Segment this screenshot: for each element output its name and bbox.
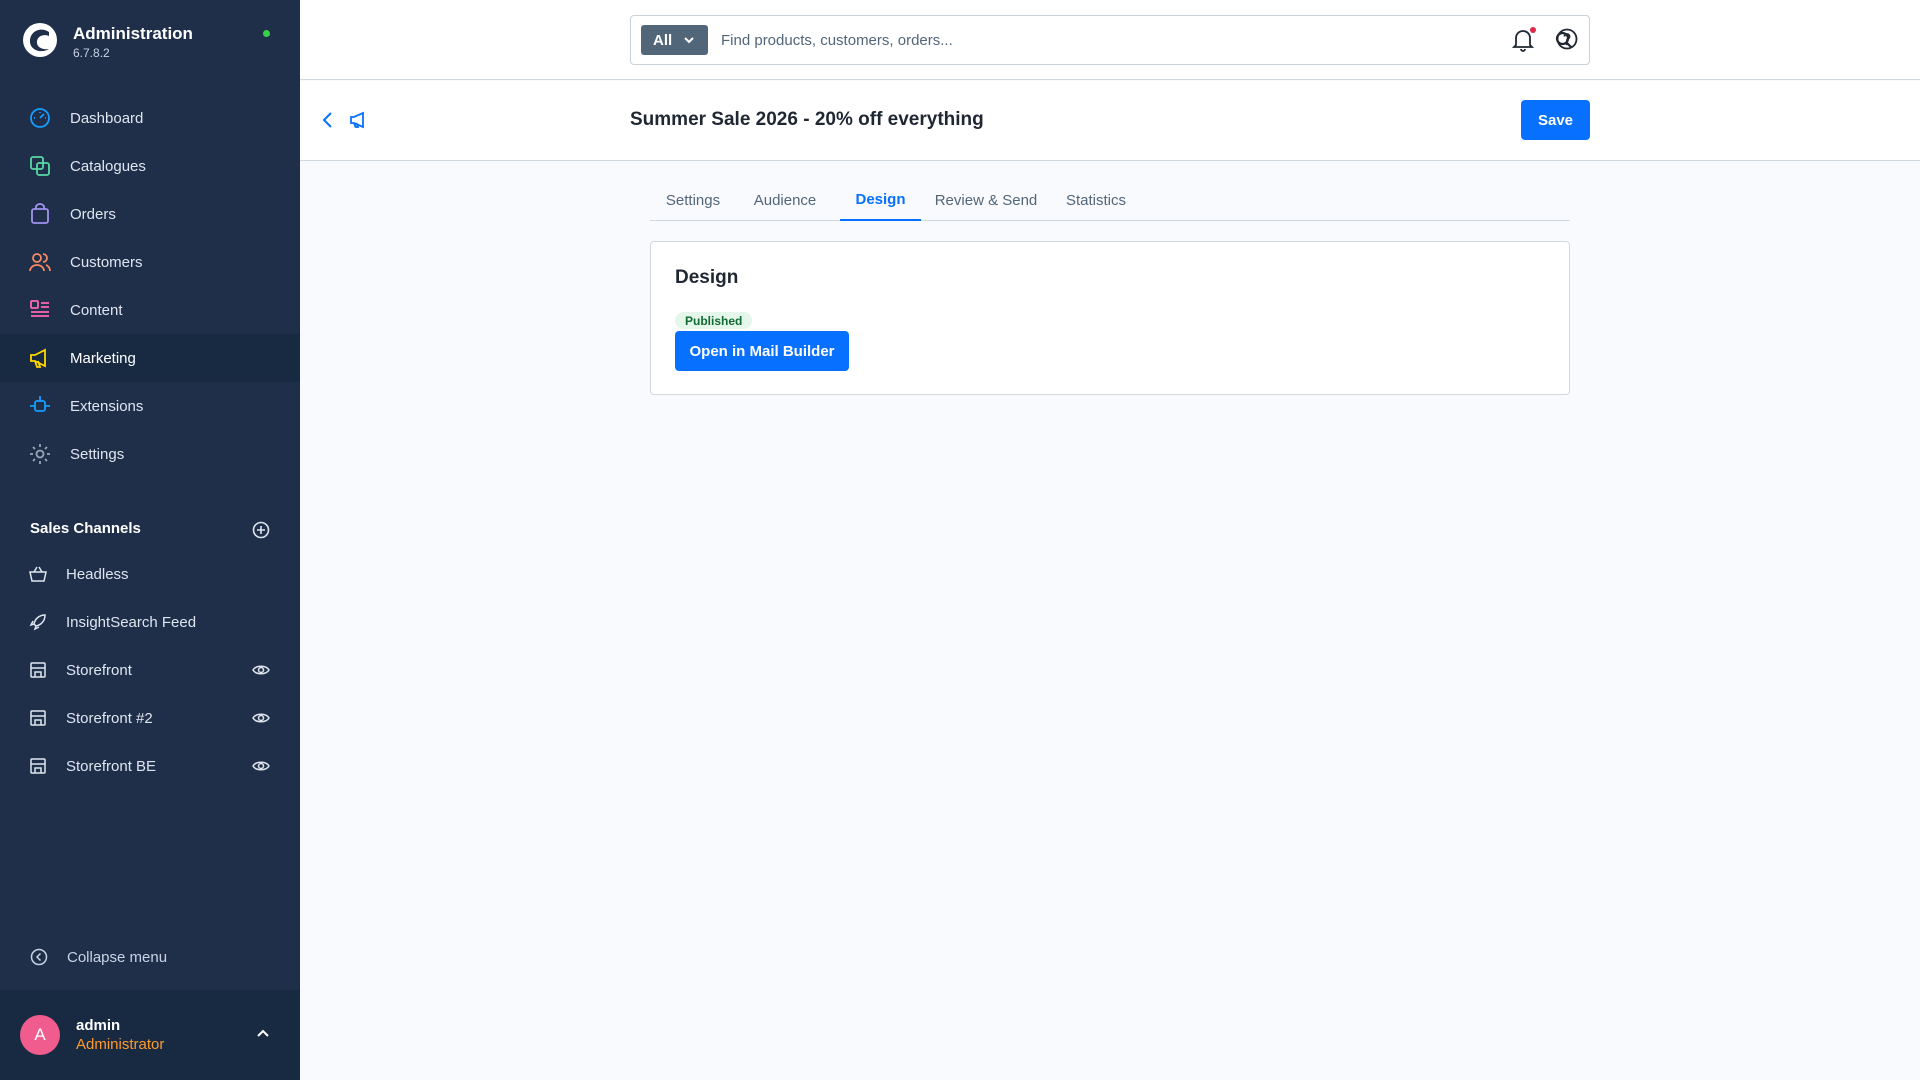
sales-channel-label: Headless [66,565,129,583]
tab-bar: Settings Audience Design Review & Send S… [650,180,1570,221]
avatar: A [20,1015,60,1055]
sidebar-item-label: Marketing [70,349,136,367]
megaphone-icon [350,111,364,129]
sales-channel-headless[interactable]: Headless [0,550,300,598]
sales-channel-label: Storefront #2 [66,709,153,727]
eye-icon[interactable] [252,710,270,726]
basket-icon [29,565,47,583]
sidebar-item-marketing[interactable]: Marketing [0,334,300,382]
dashboard-icon [29,107,51,129]
plug-icon [29,395,51,417]
open-mail-builder-button[interactable]: Open in Mail Builder [675,331,849,371]
sidebar-item-extensions[interactable]: Extensions [0,382,300,430]
shopware-logo-icon[interactable] [22,22,58,58]
content-icon [29,299,51,321]
tab-review-send[interactable]: Review & Send [927,180,1045,221]
collapse-menu-button[interactable]: Collapse menu [30,947,167,967]
sales-channel-insightsearch[interactable]: InsightSearch Feed [0,598,300,646]
page-title: Summer Sale 2026 - 20% off everything [630,109,984,130]
megaphone-icon [29,347,51,369]
chevron-down-icon [684,37,694,44]
sales-channel-storefront-be[interactable]: Storefront BE [0,742,300,790]
sidebar-item-label: Settings [70,445,125,463]
status-badge: Published [675,312,753,329]
sidebar-item-label: Dashboard [70,109,144,127]
sidebar-item-label: Catalogues [70,157,146,175]
sidebar-item-label: Orders [70,205,116,223]
tab-statistics[interactable]: Statistics [1049,180,1143,221]
gear-icon [29,443,51,465]
storefront-icon [29,661,47,679]
sidebar-item-label: Customers [70,253,143,271]
bag-icon [29,203,51,225]
storefront-icon [29,757,47,775]
chevron-left-icon[interactable] [320,110,336,130]
top-bar: All [300,0,1920,80]
main-nav: Dashboard Catalogues Orders Customers Co… [0,94,300,478]
rocket-icon [29,613,47,631]
chevron-up-icon[interactable] [256,1026,270,1040]
users-icon [29,251,51,273]
page-header: Summer Sale 2026 - 20% off everything Sa… [300,81,1920,161]
sidebar-item-content[interactable]: Content [0,286,300,334]
sales-channel-list: Headless InsightSearch Feed Storefront S… [0,550,300,790]
collapse-menu-label: Collapse menu [67,948,168,966]
sidebar-item-dashboard[interactable]: Dashboard [0,94,300,142]
search-type-select[interactable]: All [641,25,708,55]
sidebar-item-orders[interactable]: Orders [0,190,300,238]
sidebar: Administration 6.7.8.2 Dashboard Catalog… [0,0,300,1080]
sales-channels-header: Sales Channels [30,520,270,540]
sales-channel-label: Storefront [66,661,132,679]
sidebar-item-label: Content [70,301,123,319]
sales-channel-label: Storefront BE [66,757,157,775]
user-menu[interactable]: A admin Administrator [0,990,300,1080]
global-search: All [630,15,1590,65]
sales-channel-storefront[interactable]: Storefront [0,646,300,694]
app-version: 6.7.8.2 [73,46,110,60]
card-title: Design [675,267,739,288]
sidebar-item-catalogues[interactable]: Catalogues [0,142,300,190]
collapse-icon [30,948,48,966]
catalogue-icon [29,155,51,177]
brand: Administration 6.7.8.2 [22,22,280,62]
search-type-label: All [653,31,673,49]
app-title: Administration [73,24,193,43]
storefront-icon [29,709,47,727]
notification-dot [1530,27,1536,33]
sales-channel-label: InsightSearch Feed [66,613,197,631]
online-status-dot [263,30,270,37]
sidebar-item-customers[interactable]: Customers [0,238,300,286]
sales-channels-title: Sales Channels [30,520,141,537]
tab-settings[interactable]: Settings [650,180,736,221]
help-icon[interactable] [1556,28,1578,50]
design-card: Design Published Open in Mail Builder [650,241,1570,395]
save-button[interactable]: Save [1521,100,1590,140]
user-name: admin [76,1017,121,1034]
tab-design[interactable]: Design [840,180,921,221]
sidebar-item-settings[interactable]: Settings [0,430,300,478]
add-sales-channel-icon[interactable] [252,521,270,539]
search-input[interactable] [721,24,1541,56]
tab-audience[interactable]: Audience [736,180,834,221]
user-role: Administrator [76,1036,165,1053]
sidebar-item-label: Extensions [70,397,144,415]
sales-channel-storefront-2[interactable]: Storefront #2 [0,694,300,742]
eye-icon[interactable] [252,662,270,678]
eye-icon[interactable] [252,758,270,774]
